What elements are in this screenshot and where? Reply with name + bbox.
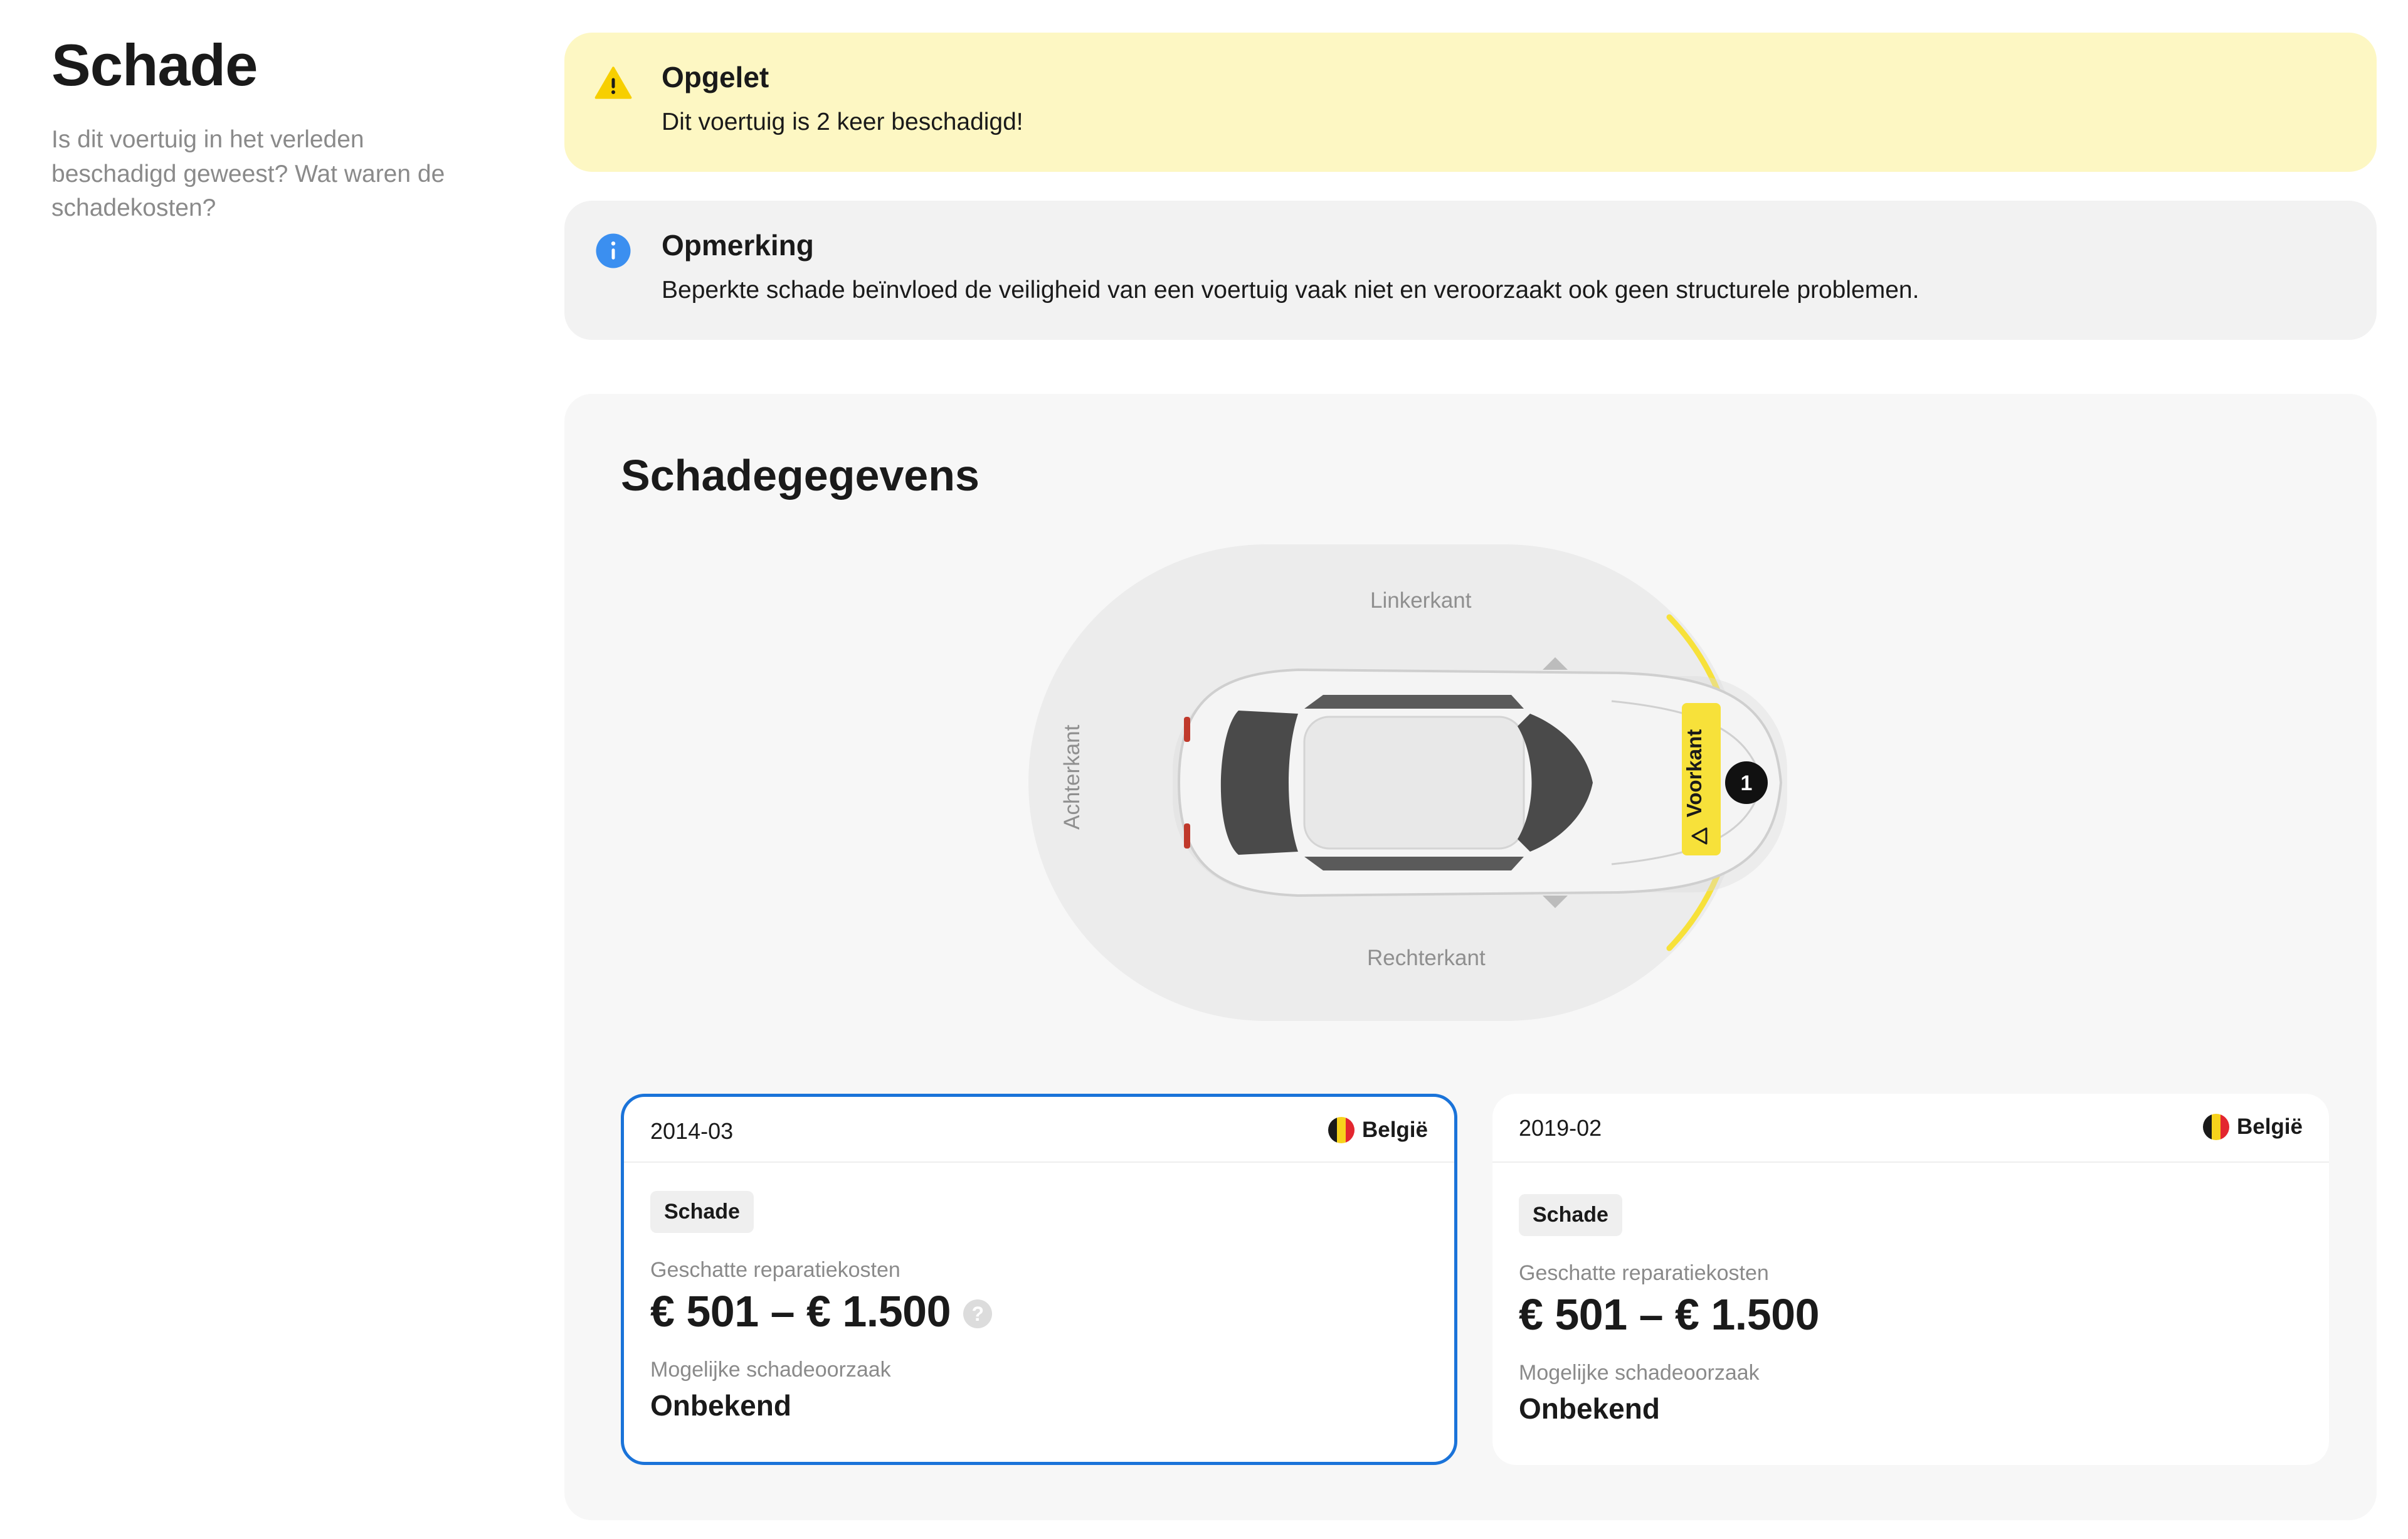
damage-count: 1 [1741,771,1753,795]
info-circle-icon [596,233,631,268]
warning-triangle-icon [594,66,632,99]
card-country: België [1328,1117,1428,1143]
cost-value: € 501 – € 1.500 [650,1287,951,1336]
cause-value: Onbekend [1519,1392,1660,1425]
warning-alert: Opgelet Dit voertuig is 2 keer beschadig… [564,33,2377,172]
cost-value-row: € 501 – € 1.500 [1519,1289,2303,1340]
damage-details-panel: Schadegegevens Voorkant 1 Linkerkant Rec… [564,394,2377,1520]
page-title: Schade [51,32,258,98]
card-date: 2014-03 [650,1118,734,1144]
damage-count-marker[interactable]: 1 [1725,761,1768,804]
belgium-flag-icon [1328,1117,1354,1143]
card-date: 2019-02 [1519,1115,1602,1141]
info-alert-title: Opmerking [662,229,814,262]
belgium-flag-icon [2202,1114,2229,1140]
help-icon[interactable]: ? [963,1299,993,1328]
card-body: Schade Geschatte reparatiekosten € 501 –… [1492,1163,2329,1425]
card-country-label: België [1361,1118,1428,1142]
damage-card[interactable]: 2014-03 België Schade Geschatte reparati… [621,1094,1457,1465]
info-alert: Opmerking Beperkte schade beïnvloed de v… [564,201,2377,340]
damage-tag: Schade [650,1191,754,1233]
car-damage-diagram: Voorkant 1 Linkerkant Rechterkant Achter… [1028,544,1906,1021]
info-alert-text: Beperkte schade beïnvloed de veiligheid … [662,277,1920,304]
cost-label: Geschatte reparatiekosten [650,1258,900,1282]
page-subtitle: Is dit voertuig in het verleden beschadi… [51,126,445,222]
sidebar: Schade Is dit voertuig in het verleden b… [51,31,490,226]
cause-label: Mogelijke schadeoorzaak [650,1358,891,1382]
details-title: Schadegegevens [621,451,980,500]
rear-side-label: Achterkant [1060,724,1084,830]
right-side-label: Rechterkant [1367,946,1486,970]
warning-alert-text: Dit voertuig is 2 keer beschadigd! [662,108,1023,136]
damage-card[interactable]: 2019-02 België Schade Geschatte reparati… [1492,1094,2329,1465]
alerts-section: Opgelet Dit voertuig is 2 keer beschadig… [564,33,2377,340]
card-body: Schade Geschatte reparatiekosten € 501 –… [624,1163,1454,1422]
card-header: 2014-03 België [624,1097,1454,1163]
card-country: België [2202,1114,2303,1140]
cost-label: Geschatte reparatiekosten [1519,1261,1769,1285]
warning-alert-title: Opgelet [662,61,769,93]
cost-value-row: € 501 – € 1.500 ? [650,1286,1428,1336]
front-damage-badge[interactable]: Voorkant [1682,703,1721,855]
front-label: Voorkant [1682,729,1706,818]
cost-value: € 501 – € 1.500 [1519,1290,1820,1339]
card-header: 2019-02 België [1492,1094,2329,1163]
cause-label: Mogelijke schadeoorzaak [1519,1361,1760,1385]
left-side-label: Linkerkant [1370,588,1472,613]
cause-value: Onbekend [650,1389,791,1422]
card-country-label: België [2236,1114,2303,1139]
damage-tag: Schade [1519,1194,1622,1236]
